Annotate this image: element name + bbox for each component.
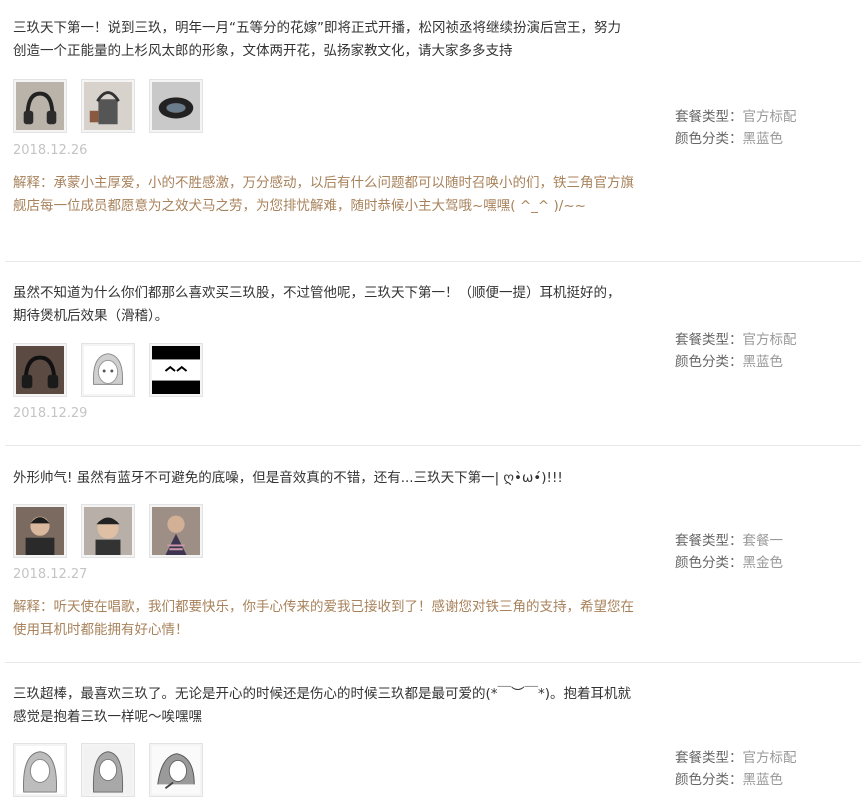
review-image-thumbnail[interactable] xyxy=(149,743,203,797)
color-category-value: 黑蓝色 xyxy=(742,131,784,147)
review-image-thumbnail[interactable] xyxy=(81,79,135,133)
review-image-thumbnail[interactable] xyxy=(81,743,135,797)
review-content: 外形帅气! 虽然有蓝牙不可避免的底噪，但是音效真的不错，还有...三玖天下第一|… xyxy=(13,470,563,486)
review-image-thumbnail[interactable] xyxy=(149,79,203,133)
color-category-label: 颜色分类： xyxy=(675,131,743,147)
review-content: 三玖超棒，最喜欢三玖了。无论是开心的时候还是伤心的时候三玖都是最可爱的(*￣︶￣… xyxy=(13,686,632,725)
package-type-label: 套餐类型： xyxy=(675,750,743,766)
review-image-thumbnail[interactable] xyxy=(149,343,203,397)
package-type-label: 套餐类型： xyxy=(675,332,743,348)
package-type-label: 套餐类型： xyxy=(675,533,743,549)
review-image-thumbnail[interactable] xyxy=(13,79,67,133)
review-images xyxy=(13,504,203,558)
color-category-label: 颜色分类： xyxy=(675,772,743,788)
review-images xyxy=(13,743,203,797)
package-type-value: 官方标配 xyxy=(742,750,797,766)
review-content: 虽然不知道为什么你们都那么喜欢买三玖股，不过管他呢，三玖天下第一！（顺便一提）耳… xyxy=(13,285,621,324)
color-category-value: 黑蓝色 xyxy=(742,772,784,788)
review-item: 虽然不知道为什么你们都那么喜欢买三玖股，不过管他呢，三玖天下第一！（顺便一提）耳… xyxy=(5,262,861,446)
seller-reply: 解释：听天使在唱歌，我们都要快乐，你手心传来的爱我已接收到了！感谢您对铁三角的支… xyxy=(13,599,634,638)
review-image-thumbnail[interactable] xyxy=(13,343,67,397)
review-image-thumbnail[interactable] xyxy=(81,343,135,397)
review-images xyxy=(13,79,203,133)
purchase-info: 套餐类型：套餐一 颜色分类：黑金色 xyxy=(675,530,783,574)
color-category-label: 颜色分类： xyxy=(675,555,743,571)
review-date: 2018.12.27 xyxy=(13,567,88,582)
review-date: 2018.12.26 xyxy=(13,143,88,158)
color-category-value: 黑金色 xyxy=(742,555,784,571)
package-type-value: 官方标配 xyxy=(742,332,797,348)
purchase-info: 套餐类型：官方标配 颜色分类：黑蓝色 xyxy=(675,329,797,373)
review-item: 三玖天下第一！说到三玖，明年一月“五等分的花嫁”即将正式开播，松冈祯丞将继续扮演… xyxy=(5,0,861,262)
package-type-value: 官方标配 xyxy=(742,109,797,125)
seller-reply: 解释：承蒙小主厚爱，小的不胜感激，万分感动，以后有什么问题都可以随时召唤小的们，… xyxy=(13,175,634,214)
review-images xyxy=(13,343,203,397)
review-item: 三玖超棒，最喜欢三玖了。无论是开心的时候还是伤心的时候三玖都是最可爱的(*￣︶￣… xyxy=(5,663,861,809)
review-content: 三玖天下第一！说到三玖，明年一月“五等分的花嫁”即将正式开播，松冈祯丞将继续扮演… xyxy=(13,20,621,59)
package-type-label: 套餐类型： xyxy=(675,109,743,125)
review-image-thumbnail[interactable] xyxy=(149,504,203,558)
review-item: 外形帅气! 虽然有蓝牙不可避免的底噪，但是音效真的不错，还有...三玖天下第一|… xyxy=(5,446,861,663)
color-category-label: 颜色分类： xyxy=(675,354,743,370)
review-image-thumbnail[interactable] xyxy=(81,504,135,558)
package-type-value: 套餐一 xyxy=(742,533,784,549)
color-category-value: 黑蓝色 xyxy=(742,354,784,370)
purchase-info: 套餐类型：官方标配 颜色分类：黑蓝色 xyxy=(675,106,797,150)
review-date: 2018.12.29 xyxy=(13,406,88,421)
purchase-info: 套餐类型：官方标配 颜色分类：黑蓝色 xyxy=(675,747,797,791)
review-image-thumbnail[interactable] xyxy=(13,504,67,558)
review-image-thumbnail[interactable] xyxy=(13,743,67,797)
